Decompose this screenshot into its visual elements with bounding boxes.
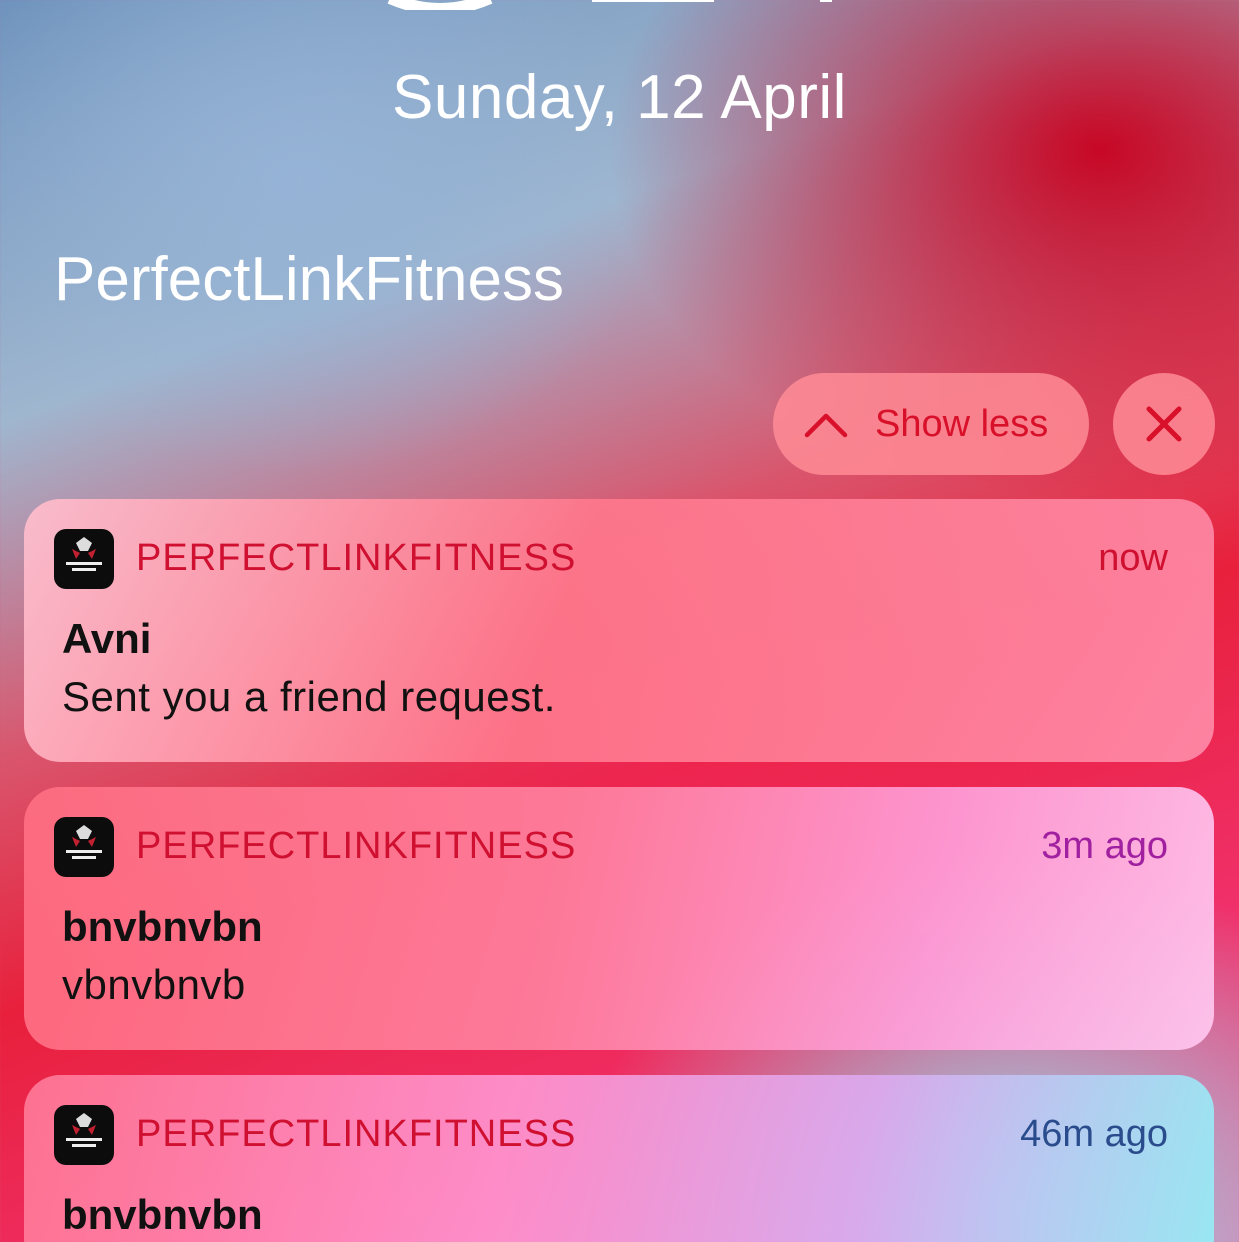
- notification-card[interactable]: PERFECTLINKFITNESS now Avni Sent you a f…: [24, 499, 1214, 762]
- lock-screen-date: Sunday, 12 April: [392, 63, 847, 132]
- notification-time: now: [1098, 537, 1168, 579]
- app-logo-icon: [54, 529, 114, 589]
- notification-card[interactable]: PERFECTLINKFITNESS 46m ago bnvbnvbn: [24, 1075, 1214, 1242]
- show-less-button[interactable]: Show less: [773, 373, 1089, 475]
- show-less-label: Show less: [875, 402, 1049, 445]
- notification-app-name: PERFECTLINKFITNESS: [136, 825, 577, 867]
- lock-screen-clock: [380, 0, 860, 15]
- chevron-up-icon: [804, 413, 848, 438]
- notification-title: Avni: [62, 615, 152, 662]
- notification-time: 3m ago: [1041, 825, 1168, 867]
- notification-card[interactable]: PERFECTLINKFITNESS 3m ago bnvbnvbn vbnvb…: [24, 787, 1214, 1050]
- app-logo-icon: [54, 1105, 114, 1165]
- app-logo-icon: [54, 817, 114, 877]
- notification-app-name: PERFECTLINKFITNESS: [136, 537, 577, 579]
- close-icon: [1146, 406, 1182, 442]
- notification-title: bnvbnvbn: [62, 903, 263, 950]
- notification-group-title: PerfectLinkFitness: [54, 245, 564, 314]
- notification-app-name: PERFECTLINKFITNESS: [136, 1113, 577, 1155]
- notification-body: vbnvbnvb: [62, 961, 246, 1008]
- notification-body: Sent you a friend request.: [62, 673, 556, 720]
- notification-title: bnvbnvbn: [62, 1191, 263, 1238]
- clock-digits-fragment: [387, 0, 832, 15]
- clear-group-button[interactable]: [1113, 373, 1215, 475]
- notification-time: 46m ago: [1020, 1113, 1168, 1155]
